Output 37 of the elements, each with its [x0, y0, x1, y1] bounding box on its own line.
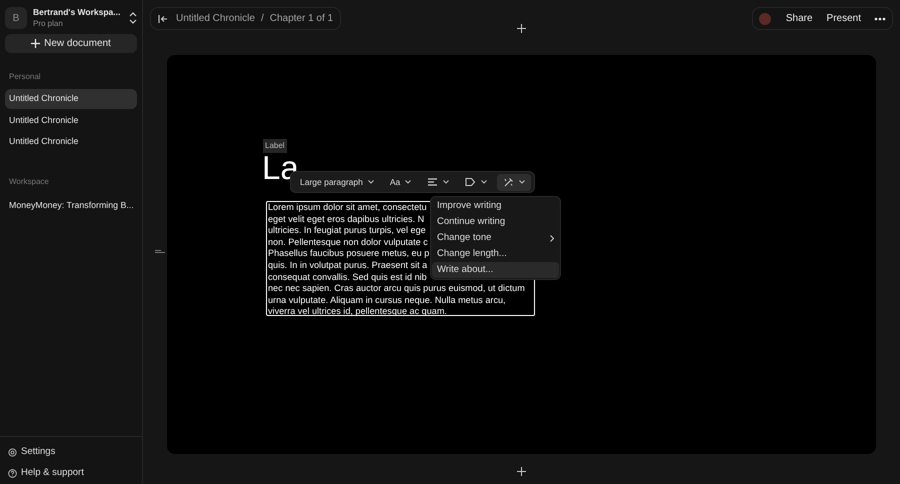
plus-icon	[31, 39, 40, 48]
label-tag: Label	[263, 139, 287, 153]
section-title: Workspace	[8, 176, 50, 188]
add-icon[interactable]	[517, 24, 526, 33]
drag-handle-icon[interactable]	[155, 250, 165, 253]
breadcrumb-link[interactable]: Chapter 1 of 1	[270, 11, 334, 26]
collapse-sidebar-icon[interactable]	[158, 14, 168, 24]
tag-icon	[465, 177, 476, 187]
font-dropdown[interactable]: Aa	[384, 174, 418, 190]
breadcrumb-link[interactable]: Untitled Chronicle	[176, 11, 255, 26]
workspace-name[interactable]: Bertrand's Workspa...	[33, 6, 123, 18]
chevron-down-icon	[481, 180, 488, 184]
align-icon	[427, 177, 438, 187]
chevron-down-icon	[368, 180, 374, 184]
plan-label: Pro plan	[33, 18, 64, 30]
new-document-button[interactable]: New document	[5, 34, 137, 53]
chevron-right-icon	[550, 234, 554, 242]
sidebar-item[interactable]: Untitled Chronicle	[5, 89, 137, 109]
ai-dropdown[interactable]	[497, 174, 532, 190]
menu-item[interactable]: Write about...	[432, 262, 559, 278]
chevron-up-down-icon[interactable]	[129, 12, 137, 24]
workspace-avatar: B	[5, 7, 27, 29]
chevron-down-icon	[519, 180, 526, 184]
chevron-down-icon	[443, 180, 450, 184]
help-icon[interactable]	[8, 469, 17, 478]
action-button[interactable]: Share	[780, 11, 818, 26]
settings-icon[interactable]	[8, 448, 17, 457]
help-link[interactable]: Help & support	[21, 466, 84, 481]
add-icon[interactable]	[517, 467, 526, 476]
section-title: Personal	[8, 71, 42, 83]
settings-link[interactable]: Settings	[21, 445, 56, 460]
chevron-down-icon	[405, 180, 412, 184]
breadcrumb-separator: /	[260, 12, 264, 26]
action-button[interactable]: Present	[822, 11, 866, 26]
style-dropdown[interactable]: Large paragraph	[294, 174, 380, 190]
pen-icon	[503, 177, 514, 187]
more-icon[interactable]	[874, 16, 886, 20]
